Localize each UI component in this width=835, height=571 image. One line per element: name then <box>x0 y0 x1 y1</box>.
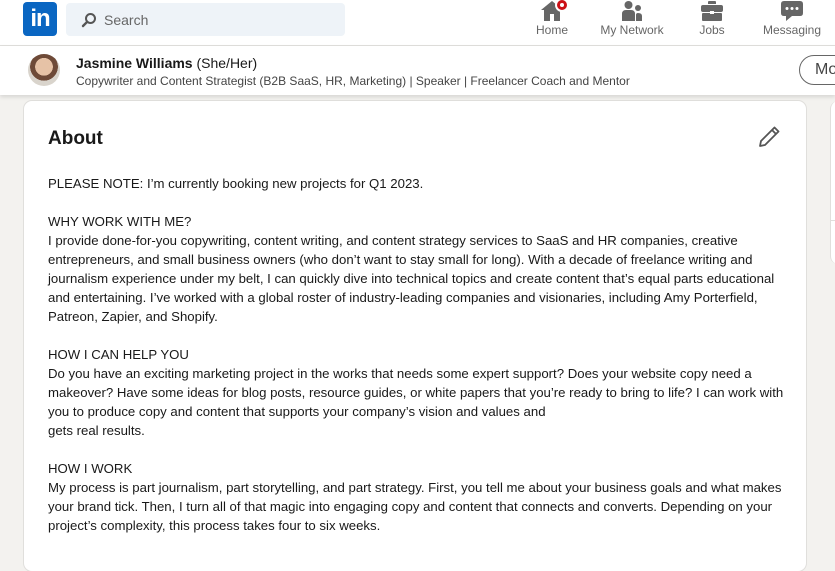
nav-item-label: Messaging <box>762 23 822 37</box>
about-title: About <box>48 128 103 149</box>
edit-pencil-icon[interactable] <box>757 125 781 149</box>
briefcase-icon <box>701 1 723 21</box>
about-card: About PLEASE NOTE: I’m currently booking… <box>24 101 806 571</box>
avatar[interactable] <box>28 54 60 86</box>
nav-item-label: Jobs <box>699 23 725 37</box>
profile-headline: Copywriter and Content Strategist (B2B S… <box>76 74 630 88</box>
search-icon <box>81 13 96 28</box>
sticky-profile-bar: Jasmine Williams (She/Her) Copywriter an… <box>0 46 835 95</box>
about-paragraph: PLEASE NOTE: I’m currently booking new p… <box>48 176 424 191</box>
messaging-icon <box>781 1 803 21</box>
profile-name-line: Jasmine Williams (She/Her) <box>76 55 257 71</box>
network-icon <box>622 1 642 21</box>
about-text: PLEASE NOTE: I’m currently booking new p… <box>48 174 788 535</box>
nav-item-home[interactable]: Home <box>527 0 577 45</box>
profile-pronouns: (She/Her) <box>196 55 258 71</box>
search-input[interactable] <box>104 3 334 36</box>
nav-item-my-network[interactable]: My Network <box>594 0 670 45</box>
right-rail-divider <box>830 220 835 264</box>
linkedin-logo[interactable]: in <box>23 2 57 36</box>
nav-item-jobs[interactable]: Jobs <box>690 0 734 45</box>
about-paragraph: WHY WORK WITH ME? I provide done-for-you… <box>48 214 775 324</box>
about-paragraph: HOW I WORK My process is part journalism… <box>48 461 782 533</box>
global-nav: in Home My Network Jobs <box>0 0 835 46</box>
profile-name: Jasmine Williams <box>76 55 193 71</box>
notification-badge <box>554 0 569 12</box>
nav-item-messaging[interactable]: Messaging <box>757 0 827 45</box>
more-button[interactable]: More <box>799 55 835 85</box>
nav-item-label: My Network <box>600 23 664 37</box>
nav-item-label: Home <box>535 23 568 37</box>
about-paragraph: HOW I CAN HELP YOU Do you have an exciti… <box>48 347 784 438</box>
search-box[interactable] <box>66 3 345 36</box>
